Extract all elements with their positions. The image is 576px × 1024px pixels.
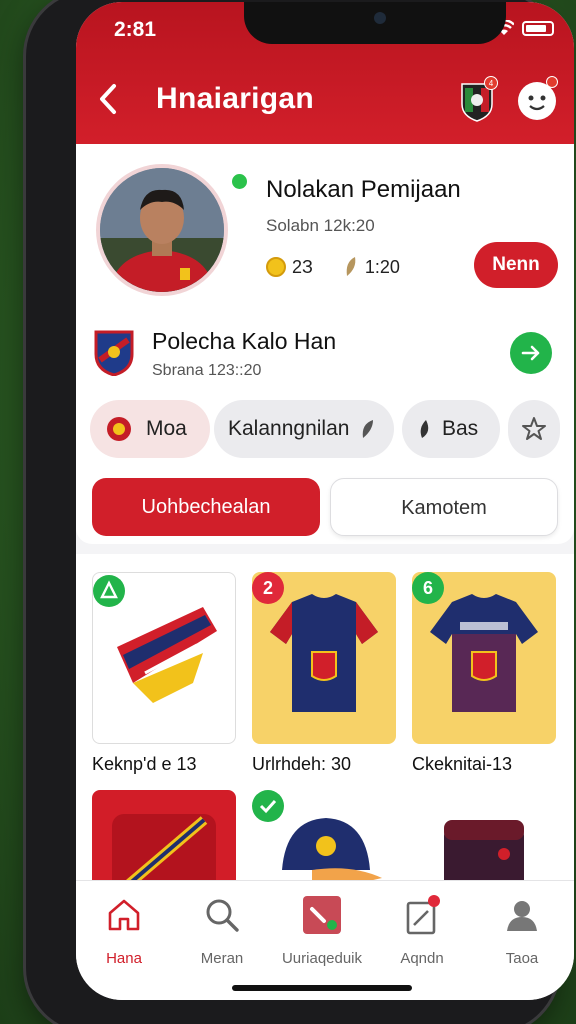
other-stat: 1:20 — [343, 256, 400, 278]
player-photo — [96, 164, 228, 296]
clipboard-icon — [406, 895, 440, 935]
product-badge: 2 — [252, 572, 284, 604]
profile-icon — [507, 901, 537, 931]
club-logo-icon — [107, 417, 131, 441]
tab-label: Hana — [106, 950, 142, 967]
segment-secondary[interactable]: Kamotem — [330, 478, 558, 536]
chip-label: Mоа — [146, 417, 187, 440]
product-badge: 6 — [412, 572, 444, 604]
feather-icon — [346, 257, 356, 276]
avatar-icon[interactable] — [518, 76, 558, 120]
chip-moa[interactable]: Mоа — [90, 400, 210, 458]
product-label: Urlrhdeh: 30 — [252, 754, 352, 774]
product-grid: Keknp'd e 13 2 Urlrhdeh: 30 6 Ckeknitai-… — [76, 554, 574, 962]
tab-home[interactable]: Hana — [76, 895, 172, 967]
tab-profile[interactable]: Taoa — [474, 895, 570, 967]
team-name: Polecha Kalo Han — [152, 328, 337, 354]
team-subtitle: Sbrana 123::20 — [152, 362, 262, 379]
star-icon — [522, 417, 546, 440]
product-badge — [252, 790, 284, 822]
product-badge — [93, 575, 125, 607]
chip-label: Kalanngnilan — [228, 417, 350, 440]
chip-label: Bas — [442, 417, 479, 440]
triangle-icon — [100, 580, 118, 599]
battery-icon — [522, 20, 554, 36]
tab-label: Meran — [200, 950, 244, 967]
online-indicator — [232, 174, 247, 189]
notch — [244, 2, 506, 44]
product-card-jersey-2[interactable]: 6 — [412, 572, 556, 744]
search-icon — [206, 899, 239, 932]
notification-badge: 4 — [484, 76, 498, 90]
tab-search[interactable]: Meran — [174, 895, 270, 967]
product-card-jersey-1[interactable]: 2 — [252, 572, 396, 744]
product-label: Keknp'd e 13 — [92, 754, 197, 774]
chip-favorites[interactable] — [508, 400, 560, 458]
player-stats: 2З 1:20 — [266, 256, 400, 278]
leaf-icon — [363, 420, 374, 438]
new-button[interactable]: Nenn — [474, 242, 558, 288]
tab-orders[interactable]: Aqndn — [374, 895, 470, 967]
home-icon — [108, 899, 140, 931]
go-arrow-button[interactable] — [510, 332, 552, 374]
arrow-right-icon — [521, 345, 540, 361]
other-stat-value: 1:20 — [364, 256, 400, 277]
coins-stat: 2З — [266, 257, 313, 278]
product-label: Ckeknitai-13 — [412, 754, 513, 774]
product-card-scarf[interactable] — [92, 572, 236, 744]
check-icon — [259, 799, 277, 814]
phone-frame: 2:81 Hnaiarigan 4 Nolakan Pemijaan Solab… — [26, 0, 574, 1024]
player-subtitle: Solabn 12k:20 — [266, 216, 375, 235]
tab-label: Aqndn — [400, 950, 444, 967]
tab-label: Taoa — [505, 950, 539, 967]
bottom-tab-bar: Hana Meran Uuriaqeduik Aqndn Taoa — [76, 880, 574, 1000]
team-crest-icon — [94, 330, 134, 377]
player-name: Nolakan Pemijaan — [266, 176, 461, 203]
club-crest-icon[interactable]: 4 — [460, 76, 498, 122]
front-camera — [374, 12, 386, 24]
segment-primary[interactable]: Uohbechealan — [92, 478, 320, 536]
chip-kalanngnilan[interactable]: Kalanngnilan — [214, 400, 394, 458]
shop-icon — [303, 896, 341, 934]
back-arrow-icon[interactable] — [96, 82, 120, 122]
drop-icon — [420, 420, 429, 438]
coin-icon — [266, 257, 286, 277]
avatar-badge — [546, 76, 558, 88]
profile-card: Nolakan Pemijaan Solabn 12k:20 2З 1:20 N… — [76, 144, 574, 544]
chip-bas[interactable]: Bas — [402, 400, 500, 458]
tab-shop[interactable]: Uuriaqeduik — [274, 895, 370, 967]
page-title: Hnaiarigan — [156, 82, 315, 115]
status-time: 2:81 — [114, 18, 157, 41]
team-row[interactable]: Polecha Kalo Han Sbrana 123::20 — [94, 326, 556, 386]
tab-label: Uuriaqeduik — [281, 950, 363, 967]
home-indicator[interactable] — [232, 985, 412, 991]
coins-value: 2З — [292, 256, 313, 277]
filter-chips: Mоа Kalanngnilan Bas — [90, 400, 560, 460]
app-screen: 2:81 Hnaiarigan 4 Nolakan Pemijaan Solab… — [76, 2, 574, 1000]
